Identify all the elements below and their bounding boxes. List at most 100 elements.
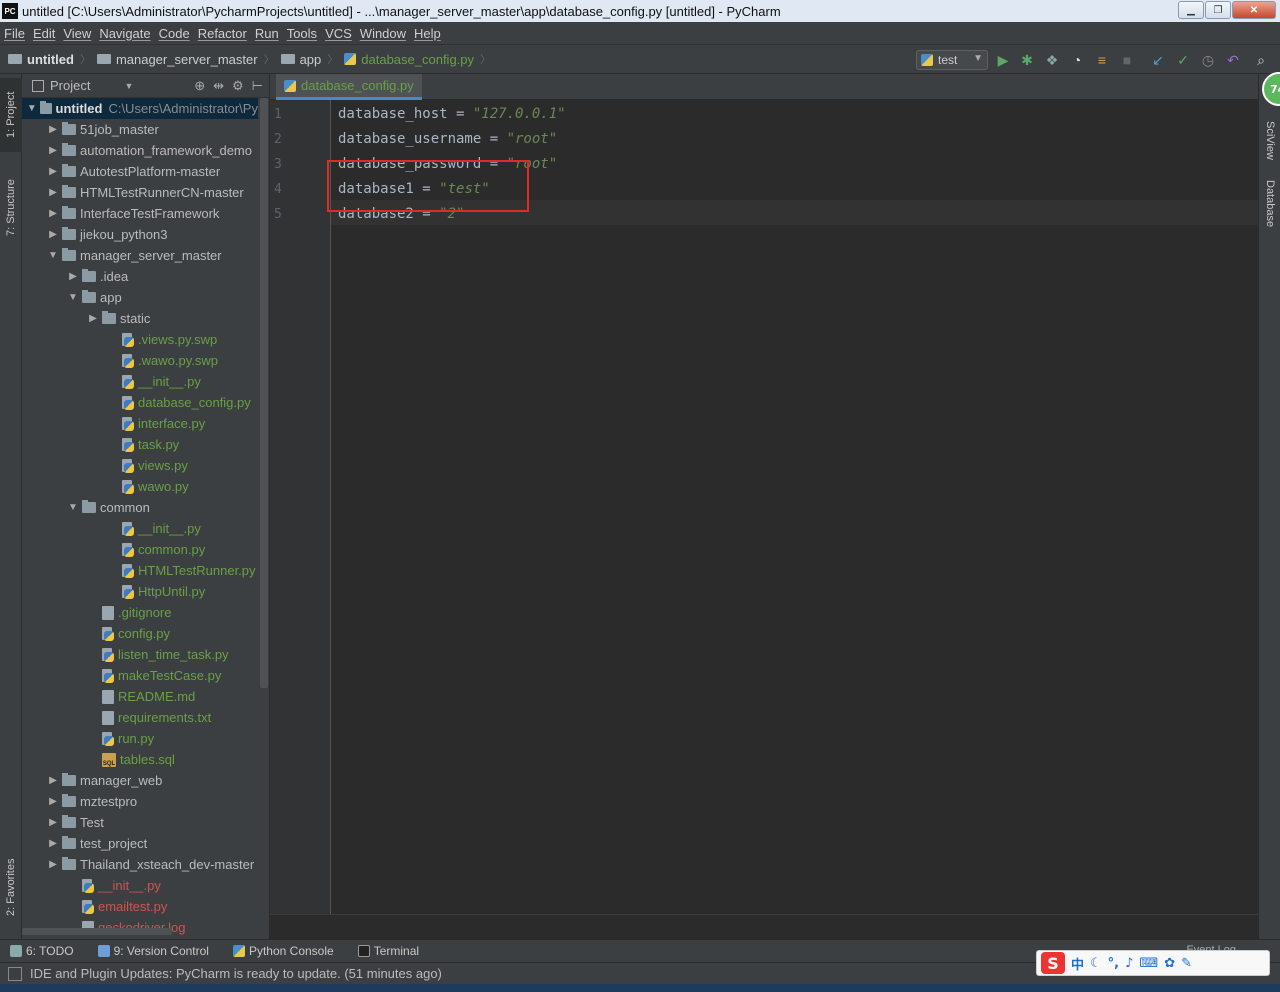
- tree-item[interactable]: ▼ common: [22, 497, 150, 518]
- collapse-arrow-icon[interactable]: ▶: [66, 271, 80, 282]
- tree-item[interactable]: .views.py.swp: [22, 329, 217, 350]
- tree-item[interactable]: ▶ mztestpro: [22, 791, 137, 812]
- tree-item[interactable]: ▶ jiekou_python3: [22, 224, 167, 245]
- close-button[interactable]: ✕: [1232, 1, 1276, 19]
- tree-item[interactable]: SQL tables.sql: [22, 749, 175, 770]
- keyboard-icon[interactable]: ⌨: [1139, 956, 1158, 971]
- run-icon[interactable]: ▶: [994, 51, 1012, 69]
- minimize-button[interactable]: ▁: [1178, 1, 1204, 19]
- collapse-arrow-icon[interactable]: ▶: [46, 187, 60, 198]
- tab-structure[interactable]: 7: Structure: [0, 166, 22, 250]
- tree-root[interactable]: ▼ untitled C:\Users\Administrator\Py: [22, 98, 258, 119]
- menu-vcs[interactable]: VCS: [325, 26, 352, 41]
- tree-item[interactable]: emailtest.py: [22, 896, 167, 917]
- stop-icon[interactable]: ■: [1118, 51, 1136, 69]
- menu-tools[interactable]: Tools: [287, 26, 317, 41]
- tree-item[interactable]: wawo.py: [22, 476, 189, 497]
- tree-item[interactable]: database_config.py: [22, 392, 251, 413]
- menu-window[interactable]: Window: [360, 26, 406, 41]
- collapse-arrow-icon[interactable]: ▶: [86, 313, 100, 324]
- run-configuration-dropdown[interactable]: test ▼: [916, 50, 988, 70]
- tree-item[interactable]: ▶ Thailand_xsteach_dev-master: [22, 854, 254, 875]
- search-everywhere-icon[interactable]: ⌕: [1252, 51, 1270, 69]
- collapse-arrow-icon[interactable]: ▶: [46, 859, 60, 870]
- vcs-history-icon[interactable]: ◷: [1199, 51, 1217, 69]
- menu-view[interactable]: View: [63, 26, 91, 41]
- tree-item[interactable]: .gitignore: [22, 602, 171, 623]
- expand-arrow-icon[interactable]: ▼: [66, 502, 80, 513]
- menu-run[interactable]: Run: [255, 26, 279, 41]
- collapse-arrow-icon[interactable]: ▶: [46, 229, 60, 240]
- collapse-arrow-icon[interactable]: ▶: [46, 796, 60, 807]
- breadcrumb-folder-manager-server-master[interactable]: manager_server_master: [96, 52, 258, 67]
- coverage-icon[interactable]: ❖: [1043, 51, 1061, 69]
- tree-item[interactable]: requirements.txt: [22, 707, 211, 728]
- profile-icon[interactable]: ◔: [1068, 51, 1086, 69]
- hide-panel-icon[interactable]: ⊢: [252, 78, 263, 94]
- moon-icon[interactable]: ☾: [1090, 956, 1102, 971]
- tree-item[interactable]: ▼ app: [22, 287, 122, 308]
- breadcrumb-folder-app[interactable]: app: [280, 52, 321, 67]
- tree-item[interactable]: config.py: [22, 623, 170, 644]
- tree-item[interactable]: ▶ AutotestPlatform-master: [22, 161, 220, 182]
- menu-edit[interactable]: Edit: [33, 26, 55, 41]
- collapse-arrow-icon[interactable]: ▶: [46, 817, 60, 828]
- tree-item[interactable]: __init__.py: [22, 875, 161, 896]
- tab-todo[interactable]: 6: TODO: [10, 944, 74, 958]
- code-editor[interactable]: database_host = "127.0.0.1" database_use…: [331, 100, 1258, 914]
- breadcrumb-file[interactable]: database_config.py: [344, 52, 474, 67]
- maximize-button[interactable]: ❐: [1205, 1, 1231, 19]
- tree-item[interactable]: makeTestCase.py: [22, 665, 221, 686]
- chevron-down-icon[interactable]: ▼: [124, 81, 133, 91]
- tree-item[interactable]: common.py: [22, 539, 205, 560]
- settings-gear-icon[interactable]: ⚙: [232, 78, 244, 94]
- menu-file[interactable]: File: [4, 26, 25, 41]
- tab-terminal[interactable]: Terminal: [357, 944, 419, 958]
- tree-item[interactable]: ▶ manager_web: [22, 770, 162, 791]
- tree-vertical-scrollbar[interactable]: [260, 98, 268, 688]
- collapse-arrow-icon[interactable]: ▶: [46, 166, 60, 177]
- tree-item[interactable]: HTMLTestRunner.py: [22, 560, 256, 581]
- collapse-arrow-icon[interactable]: ▶: [46, 145, 60, 156]
- tree-item[interactable]: ▶ HTMLTestRunnerCN-master: [22, 182, 244, 203]
- tab-python-console[interactable]: Python Console: [232, 944, 334, 958]
- tab-database[interactable]: Database: [1259, 174, 1280, 234]
- tree-item[interactable]: run.py: [22, 728, 154, 749]
- collapse-arrow-icon[interactable]: ▶: [46, 208, 60, 219]
- tab-favorites[interactable]: 2: Favorites: [0, 844, 22, 930]
- expand-arrow-icon[interactable]: ▼: [26, 103, 38, 114]
- status-message[interactable]: IDE and Plugin Updates: PyCharm is ready…: [30, 966, 442, 981]
- menu-code[interactable]: Code: [159, 26, 190, 41]
- tree-item[interactable]: ▶ InterfaceTestFramework: [22, 203, 219, 224]
- tab-version-control[interactable]: 9: Version Control: [97, 944, 209, 958]
- debug-icon[interactable]: ✱: [1018, 51, 1036, 69]
- tab-sciview[interactable]: SciView: [1259, 104, 1280, 176]
- vcs-update-icon[interactable]: ↙: [1149, 51, 1167, 69]
- tree-item[interactable]: __init__.py: [22, 371, 201, 392]
- tree-item[interactable]: __init__.py: [22, 518, 201, 539]
- menu-navigate[interactable]: Navigate: [99, 26, 150, 41]
- collapse-arrow-icon[interactable]: ▶: [46, 775, 60, 786]
- project-view-selector[interactable]: Project: [50, 78, 90, 93]
- toggle-tool-windows-icon[interactable]: [8, 966, 22, 981]
- toolbox-icon[interactable]: ✎: [1181, 956, 1192, 971]
- tree-item[interactable]: HttpUntil.py: [22, 581, 205, 602]
- tree-item[interactable]: task.py: [22, 434, 179, 455]
- ime-toolbar[interactable]: S 中 ☾ °, ♪ ⌨ ✿ ✎: [1036, 950, 1270, 976]
- tree-item[interactable]: interface.py: [22, 413, 205, 434]
- mic-icon[interactable]: ♪: [1125, 956, 1133, 971]
- tree-item[interactable]: ▶ static: [22, 308, 150, 329]
- tree-item[interactable]: README.md: [22, 686, 195, 707]
- tab-project[interactable]: 1: Project: [0, 78, 22, 152]
- tree-item[interactable]: ▶ .idea: [22, 266, 128, 287]
- breadcrumb-project[interactable]: untitled: [8, 52, 74, 67]
- menu-refactor[interactable]: Refactor: [198, 26, 247, 41]
- scroll-from-source-icon[interactable]: ⊕: [194, 78, 205, 94]
- tree-item[interactable]: ▶ test_project: [22, 833, 147, 854]
- skin-icon[interactable]: ✿: [1164, 956, 1175, 971]
- code-line[interactable]: database_host = "127.0.0.1": [338, 102, 566, 127]
- editor-tab-database-config[interactable]: database_config.py: [276, 74, 422, 100]
- revert-icon[interactable]: ↶: [1224, 51, 1242, 69]
- collapse-arrow-icon[interactable]: ▶: [46, 124, 60, 135]
- tree-item[interactable]: ▼ manager_server_master: [22, 245, 222, 266]
